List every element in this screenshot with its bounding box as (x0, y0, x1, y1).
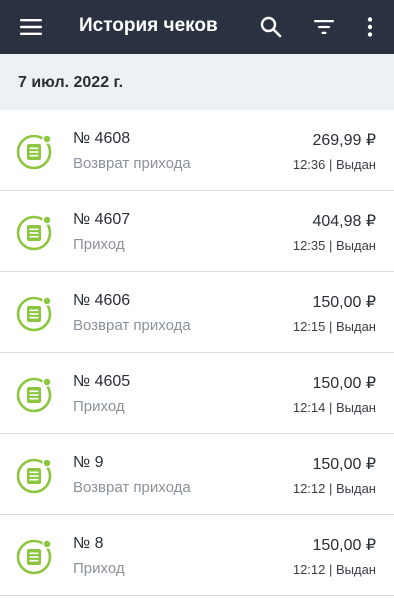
receipt-amount: 150,00 ₽ (312, 456, 376, 473)
receipt-list: № 4608 Возврат прихода 269,99 ₽ 12:36 | … (0, 110, 394, 596)
receipt-number: № 4607 (73, 211, 131, 228)
receipt-status-icon (16, 215, 52, 251)
receipt-type: Возврат прихода (73, 479, 191, 496)
receipt-row[interactable]: № 9 Возврат прихода 150,00 ₽ 12:12 | Выд… (0, 434, 394, 515)
receipt-type: Возврат прихода (73, 155, 191, 172)
more-vertical-icon (367, 17, 373, 37)
search-icon (260, 16, 282, 38)
receipt-type: Приход (73, 236, 125, 253)
receipt-type: Приход (73, 398, 125, 415)
receipt-amount: 150,00 ₽ (312, 375, 376, 392)
app-root: История чеков 7 июл. 2022 г. № 4608 Возв… (0, 0, 394, 599)
receipt-number: № 4606 (73, 292, 131, 309)
top-app-bar: История чеков (0, 0, 394, 54)
receipt-number: № 8 (73, 535, 104, 552)
receipt-amount: 150,00 ₽ (312, 294, 376, 311)
receipt-amount: 150,00 ₽ (312, 537, 376, 554)
receipt-time-status: 12:12 | Выдан (292, 562, 376, 577)
receipt-row[interactable]: № 8 Приход 150,00 ₽ 12:12 | Выдан (0, 515, 394, 596)
receipt-time-status: 12:14 | Выдан (292, 400, 376, 415)
page-title: История чеков (79, 15, 218, 36)
receipt-time-status: 12:12 | Выдан (292, 481, 376, 496)
menu-button[interactable] (10, 6, 52, 48)
hamburger-menu-icon (20, 19, 42, 35)
more-options-button[interactable] (349, 6, 391, 48)
receipt-row[interactable]: № 4605 Приход 150,00 ₽ 12:14 | Выдан (0, 353, 394, 434)
receipt-number: № 4605 (73, 373, 131, 390)
receipt-status-icon (16, 377, 52, 413)
receipt-time-status: 12:15 | Выдан (292, 319, 376, 334)
receipt-number: № 9 (73, 454, 104, 471)
receipt-amount: 404,98 ₽ (312, 213, 376, 230)
search-button[interactable] (250, 6, 292, 48)
receipt-time-status: 12:36 | Выдан (292, 157, 376, 172)
receipt-number: № 4608 (73, 130, 131, 147)
receipt-type: Приход (73, 560, 125, 577)
receipt-status-icon (16, 134, 52, 170)
receipt-amount: 269,99 ₽ (312, 132, 376, 149)
filter-icon (314, 20, 334, 34)
receipt-status-icon (16, 539, 52, 575)
receipt-row[interactable]: № 4608 Возврат прихода 269,99 ₽ 12:36 | … (0, 110, 394, 191)
receipt-status-icon (16, 296, 52, 332)
receipt-time-status: 12:35 | Выдан (292, 238, 376, 253)
date-group-header: 7 июл. 2022 г. (0, 54, 394, 110)
receipt-type: Возврат прихода (73, 317, 191, 334)
receipt-row[interactable]: № 4606 Возврат прихода 150,00 ₽ 12:15 | … (0, 272, 394, 353)
receipt-status-icon (16, 458, 52, 494)
receipt-row[interactable]: № 4607 Приход 404,98 ₽ 12:35 | Выдан (0, 191, 394, 272)
filter-button[interactable] (303, 6, 345, 48)
date-group-label: 7 июл. 2022 г. (18, 74, 124, 91)
